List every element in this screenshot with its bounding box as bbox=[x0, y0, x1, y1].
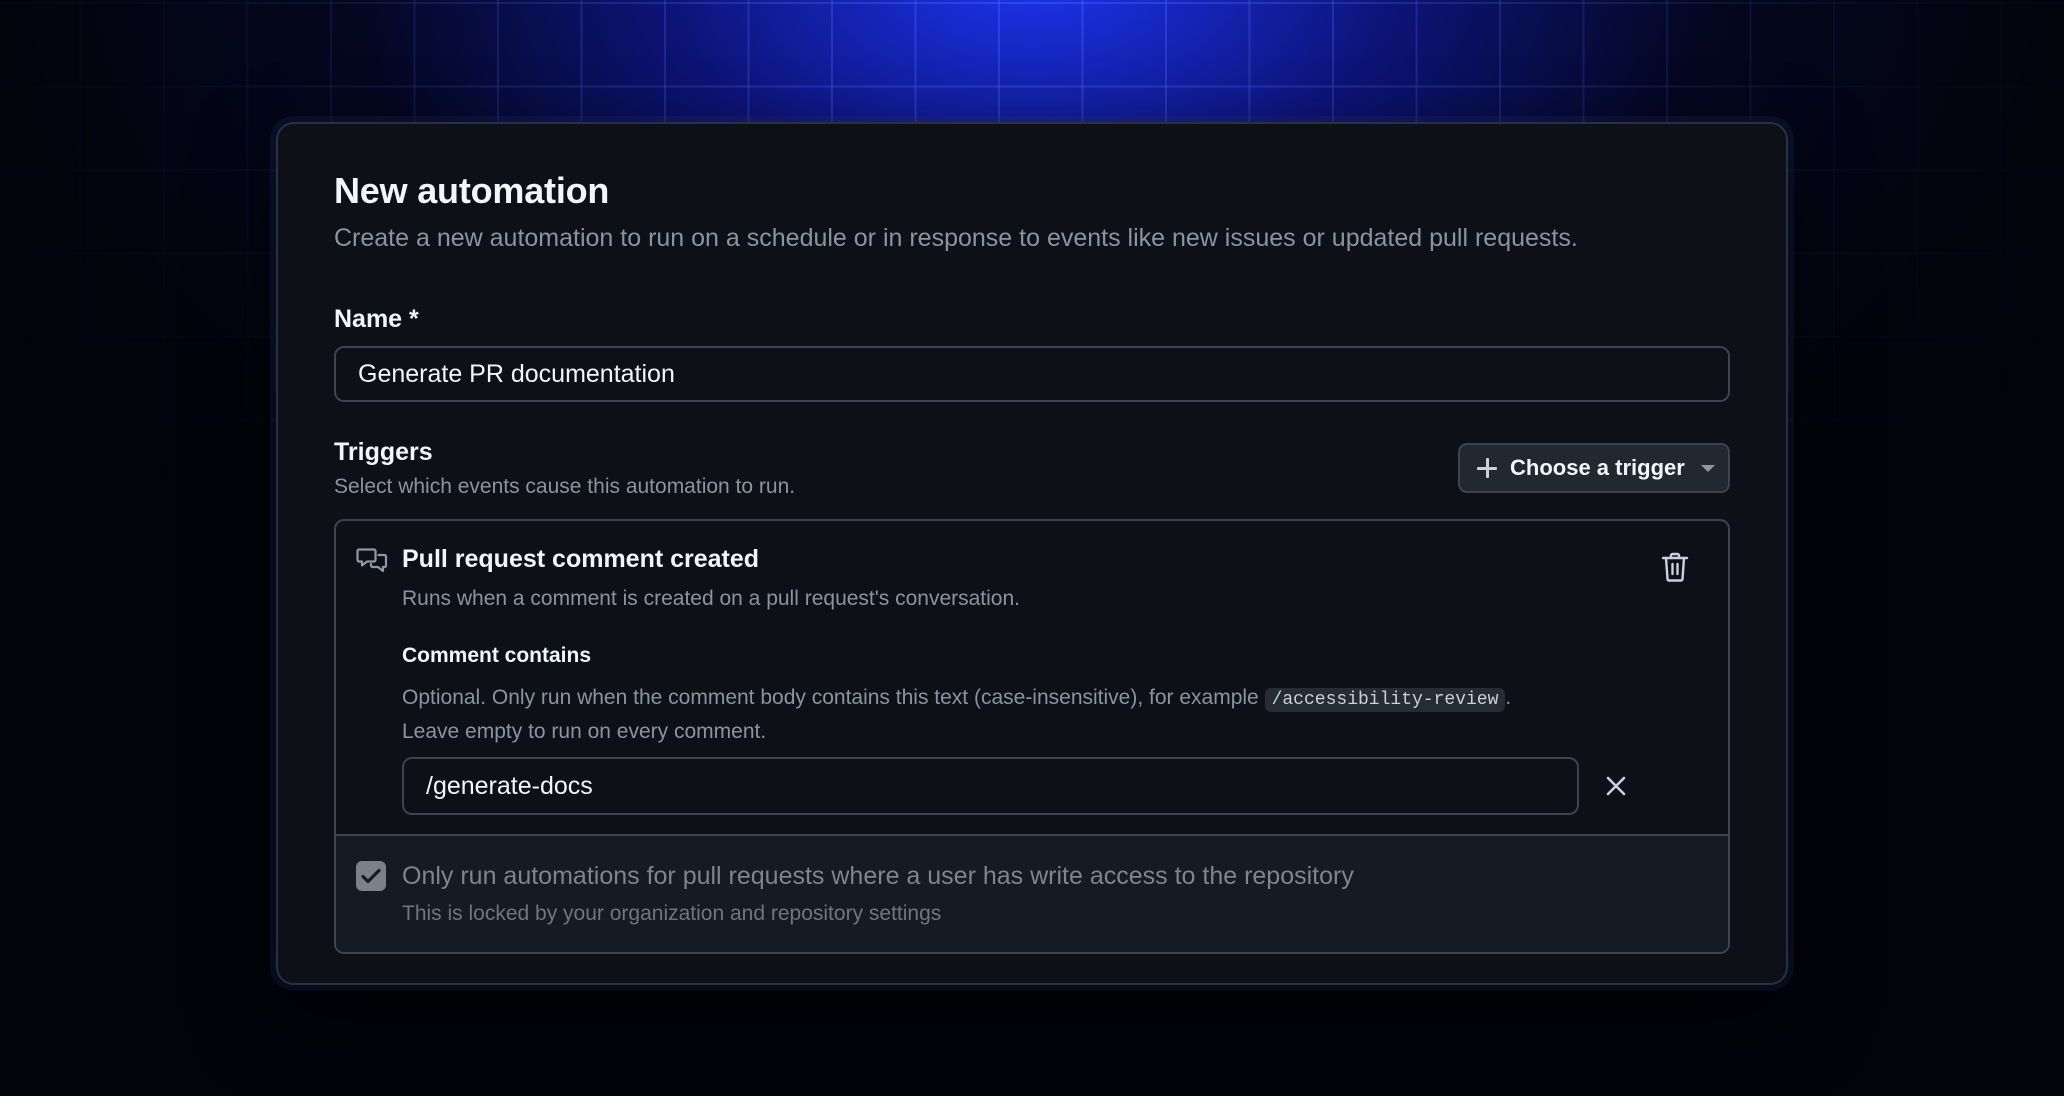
comment-contains-input[interactable] bbox=[402, 757, 1579, 815]
page-title: New automation bbox=[334, 170, 610, 211]
check-icon bbox=[361, 868, 381, 884]
caret-down-icon bbox=[1700, 464, 1715, 472]
choose-trigger-label: Choose a trigger bbox=[1510, 455, 1685, 480]
help-text-end: . bbox=[1505, 686, 1512, 709]
choose-trigger-button[interactable]: Choose a trigger bbox=[1458, 443, 1730, 493]
new-automation-dialog: New automation Create a new automation t… bbox=[276, 122, 1788, 985]
trigger-title: Pull request comment created bbox=[402, 545, 760, 573]
write-access-section: Only run automations for pull requests w… bbox=[336, 834, 1728, 952]
name-input[interactable] bbox=[334, 346, 1730, 402]
comment-contains-help: Optional. Only run when the comment body… bbox=[402, 682, 1682, 748]
triggers-heading: Triggers bbox=[334, 438, 433, 466]
trigger-description: Runs when a comment is created on a pull… bbox=[402, 587, 1021, 610]
write-access-note: This is locked by your organization and … bbox=[402, 902, 942, 925]
comment-discussion-icon bbox=[356, 548, 388, 573]
write-access-label: Only run automations for pull requests w… bbox=[402, 862, 1354, 890]
example-code: /accessibility-review bbox=[1264, 688, 1506, 712]
trash-icon[interactable] bbox=[1660, 551, 1690, 583]
x-icon[interactable] bbox=[1604, 774, 1628, 798]
name-label: Name * bbox=[334, 305, 419, 333]
help-text-line2: Leave empty to run on every comment. bbox=[402, 720, 767, 743]
page-subtitle: Create a new automation to run on a sche… bbox=[334, 224, 1578, 252]
triggers-description: Select which events cause this automatio… bbox=[334, 475, 796, 498]
comment-contains-label: Comment contains bbox=[402, 644, 592, 667]
write-access-checkbox[interactable] bbox=[356, 861, 386, 891]
trigger-card: Pull request comment created Runs when a… bbox=[334, 519, 1730, 954]
plus-icon bbox=[1476, 457, 1498, 479]
help-text: Optional. Only run when the comment body… bbox=[402, 686, 1265, 709]
